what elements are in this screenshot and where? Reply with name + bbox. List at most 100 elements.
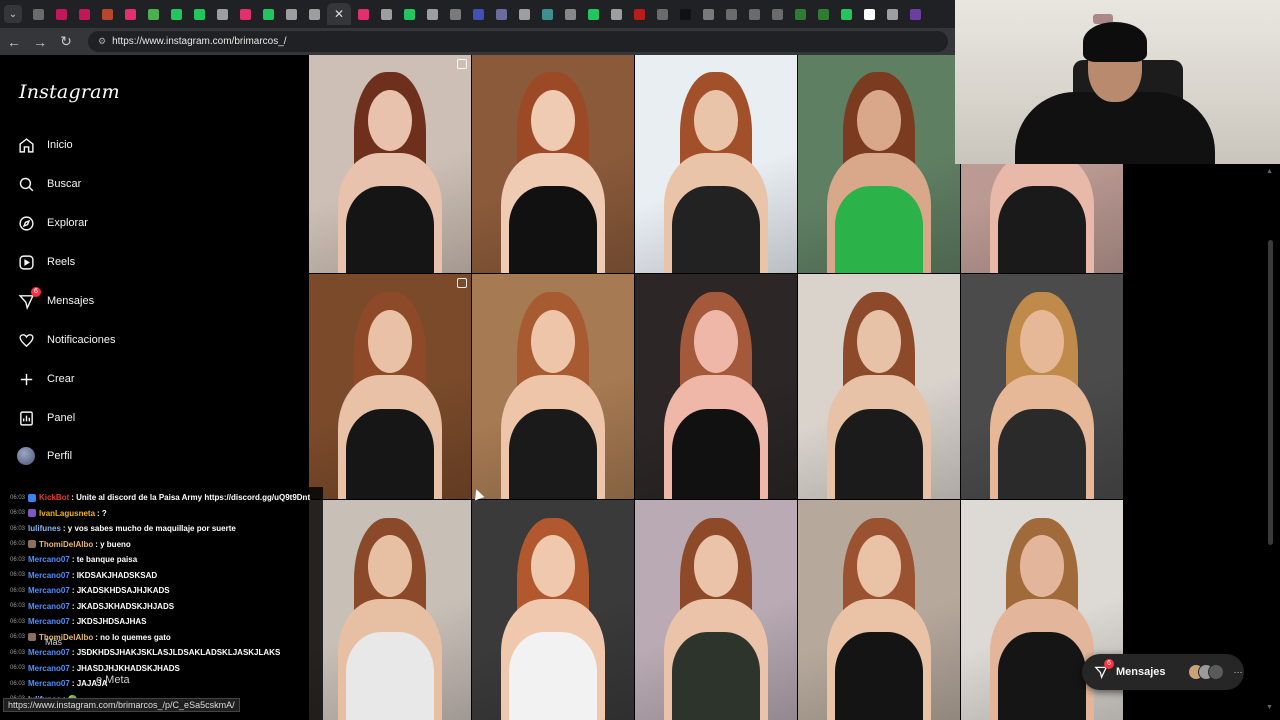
favicon-icon [381, 8, 392, 20]
post-thumbnail[interactable] [798, 55, 960, 273]
browser-tab[interactable] [675, 3, 696, 25]
scroll-up-icon[interactable]: ▲ [1266, 168, 1273, 175]
browser-tab[interactable] [51, 3, 72, 25]
browser-tab[interactable] [74, 3, 95, 25]
browser-tab[interactable] [235, 3, 256, 25]
nav-item-buscar[interactable]: Buscar [17, 171, 81, 197]
browser-tab[interactable] [143, 3, 164, 25]
browser-tab-active[interactable]: ✕ [327, 3, 351, 25]
favicon-icon [680, 8, 691, 20]
post-thumbnail[interactable] [798, 274, 960, 499]
post-thumbnail[interactable] [472, 274, 634, 499]
browser-tab[interactable] [258, 3, 279, 25]
nav-item-perfil[interactable]: Perfil [17, 443, 72, 469]
browser-tab[interactable] [212, 3, 233, 25]
address-bar[interactable]: ⚙ https://www.instagram.com/brimarcos_/ [88, 31, 948, 52]
browser-tab[interactable] [813, 3, 834, 25]
browser-tab[interactable] [399, 3, 420, 25]
back-arrow-icon[interactable]: ← [6, 34, 22, 50]
post-thumbnail[interactable] [635, 500, 797, 720]
photo-face [694, 89, 738, 151]
browser-tab[interactable] [468, 3, 489, 25]
browser-tab[interactable] [353, 3, 374, 25]
site-info-icon[interactable]: ⚙ [98, 36, 106, 47]
nav-item-mensajes[interactable]: 6 Mensajes [17, 287, 94, 314]
post-thumbnail[interactable] [309, 274, 471, 499]
browser-tab[interactable] [698, 3, 719, 25]
chat-username[interactable]: Mercano07 [28, 664, 70, 673]
favicon-icon [772, 8, 783, 20]
chat-username[interactable]: Mercano07 [28, 555, 70, 564]
meta-link[interactable]: e Meta [96, 674, 130, 686]
chat-timestamp: 06:03 [10, 665, 26, 672]
browser-tab[interactable] [97, 3, 118, 25]
browser-tab[interactable] [652, 3, 673, 25]
close-icon[interactable]: ✕ [334, 7, 344, 21]
browser-tab[interactable] [583, 3, 604, 25]
post-thumbnail[interactable] [472, 55, 634, 273]
chat-message: 06:03 Mercano07: JKDSJHDSAJHAS [3, 614, 323, 630]
browser-tab[interactable] [767, 3, 788, 25]
post-thumbnail[interactable] [472, 500, 634, 720]
post-thumbnail[interactable] [635, 274, 797, 499]
instagram-logo[interactable]: Instagram [19, 81, 120, 103]
browser-tab[interactable] [790, 3, 811, 25]
browser-tab[interactable] [859, 3, 880, 25]
browser-tab[interactable] [744, 3, 765, 25]
post-thumbnail[interactable] [635, 55, 797, 273]
browser-tab[interactable] [422, 3, 443, 25]
browser-tab[interactable] [376, 3, 397, 25]
browser-tab[interactable] [882, 3, 903, 25]
browser-tab[interactable] [905, 3, 926, 25]
nav-item-explorar[interactable]: Explorar [17, 210, 88, 236]
page-scrollbar[interactable] [1268, 240, 1273, 545]
nav-item-mas[interactable]: Más [45, 637, 62, 647]
nav-item-reels[interactable]: Reels [17, 249, 75, 275]
favicon-icon [496, 8, 507, 20]
nav-item-panel[interactable]: Panel [17, 405, 75, 431]
photo-clothing [672, 409, 760, 499]
chat-username[interactable]: lulifunes [28, 524, 61, 533]
chat-username[interactable]: Mercano07 [28, 617, 70, 626]
more-options-icon[interactable]: ⋯ [1234, 667, 1243, 678]
messages-pill-button[interactable]: 6 Mensajes ⋯ [1082, 654, 1244, 690]
chat-timestamp: 06:03 [10, 510, 26, 517]
browser-tab[interactable] [836, 3, 857, 25]
chat-username[interactable]: Mercano07 [28, 571, 70, 580]
browser-tab[interactable] [120, 3, 141, 25]
browser-tab[interactable] [304, 3, 325, 25]
post-thumbnail[interactable] [961, 274, 1123, 499]
browser-tab[interactable] [166, 3, 187, 25]
browser-tab[interactable] [721, 3, 742, 25]
browser-tab[interactable] [606, 3, 627, 25]
browser-tab[interactable] [560, 3, 581, 25]
chat-username[interactable]: Mercano07 [28, 679, 70, 688]
forward-arrow-icon[interactable]: → [32, 34, 48, 50]
browser-tab[interactable] [537, 3, 558, 25]
messenger-icon: 6 [1094, 659, 1114, 680]
nav-item-notificaciones[interactable]: Notificaciones [17, 327, 115, 353]
nav-item-crear[interactable]: Crear [17, 366, 75, 392]
post-thumbnail[interactable] [309, 55, 471, 273]
reload-icon[interactable]: ↻ [58, 33, 74, 50]
post-thumbnail[interactable] [309, 500, 471, 720]
chat-username[interactable]: Mercano07 [28, 602, 70, 611]
tab-search-button[interactable]: ⌄ [4, 5, 22, 23]
chat-username[interactable]: ThomiDelAlbo [39, 540, 93, 549]
chat-username[interactable]: Mercano07 [28, 586, 70, 595]
chat-username[interactable]: KickBot [39, 493, 69, 502]
favicon-icon [726, 8, 737, 20]
favicon-icon [102, 8, 113, 20]
browser-tab[interactable] [514, 3, 535, 25]
post-thumbnail[interactable] [798, 500, 960, 720]
nav-item-inicio[interactable]: Inicio [17, 132, 73, 158]
browser-tab[interactable] [491, 3, 512, 25]
chat-username[interactable]: IvanLagusneta [39, 509, 95, 518]
browser-tab[interactable] [189, 3, 210, 25]
browser-tab[interactable] [281, 3, 302, 25]
browser-tab[interactable] [28, 3, 49, 25]
scroll-down-icon[interactable]: ▼ [1266, 704, 1273, 711]
chat-username[interactable]: Mercano07 [28, 648, 70, 657]
browser-tab[interactable] [629, 3, 650, 25]
browser-tab[interactable] [445, 3, 466, 25]
